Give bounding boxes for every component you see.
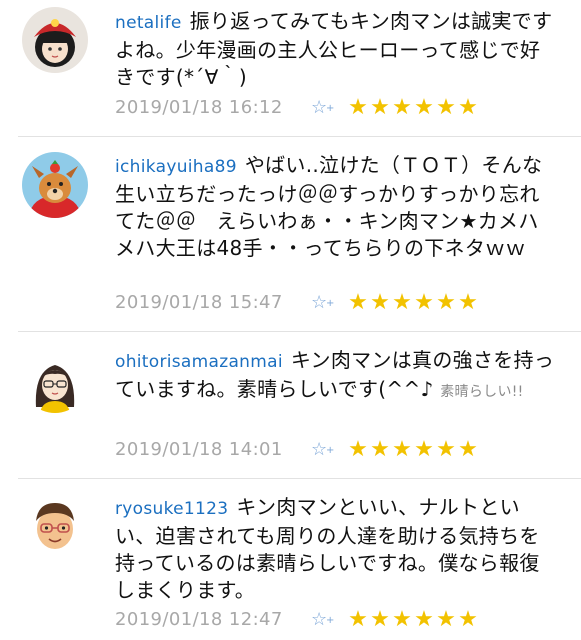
star-icon: ★ xyxy=(348,289,368,315)
rating-stars: ★ ★ ★ ★ ★ ★ xyxy=(347,95,479,120)
star-icon: ★ xyxy=(370,94,390,120)
star-icon: ★ xyxy=(436,94,456,120)
star-icon: ★ xyxy=(392,289,412,315)
divider xyxy=(18,331,581,332)
star-icon: ★ xyxy=(458,289,478,315)
star-icon: ★ xyxy=(370,289,390,315)
star-icon: ★ xyxy=(414,289,434,315)
comment-text: ryosuke1123 キン肉マンといい、ナルトといい、迫害されても周りの人達を助… xyxy=(115,494,555,604)
username-link[interactable]: netalife xyxy=(115,13,182,33)
comment-text: ohitorisamazanmai キン肉マンは真の強さを持っていますね。素晴らし… xyxy=(115,347,555,406)
comment-meta: 2019/01/18 15:47 ☆ + ★ ★ ★ ★ ★ ★ xyxy=(115,287,479,317)
comment-meta: 2019/01/18 16:12 ☆ + ★ ★ ★ ★ ★ ★ xyxy=(115,92,479,122)
divider xyxy=(18,136,581,137)
star-icon: ★ xyxy=(436,289,456,315)
star-icon: ★ xyxy=(348,606,368,632)
favorite-plus-icon[interactable]: ☆ + xyxy=(311,97,347,118)
star-icon: ★ xyxy=(414,606,434,632)
comment-date: 2019/01/18 16:12 xyxy=(115,96,283,118)
avatar[interactable] xyxy=(22,7,88,73)
favorite-plus-icon[interactable]: ☆ + xyxy=(311,292,347,313)
favorite-plus-icon[interactable]: ☆ + xyxy=(311,439,347,460)
comment-meta: 2019/01/18 12:47 ☆ + ★ ★ ★ ★ ★ ★ xyxy=(115,604,479,634)
star-icon: ★ xyxy=(458,606,478,632)
star-icon: ★ xyxy=(414,436,434,462)
star-icon: ★ xyxy=(436,606,456,632)
comment-date: 2019/01/18 15:47 xyxy=(115,291,283,313)
star-icon: ★ xyxy=(348,436,368,462)
rating-stars: ★ ★ ★ ★ ★ ★ xyxy=(347,607,479,632)
comment-text: ichikayuiha89 やばい..泣けた（ＴＯＴ）そんな生い立ちだったっけ＠＠… xyxy=(115,152,555,262)
username-link[interactable]: ohitorisamazanmai xyxy=(115,352,283,372)
star-icon: ★ xyxy=(348,94,368,120)
star-icon: ★ xyxy=(392,436,412,462)
star-icon: ★ xyxy=(458,436,478,462)
favorite-plus-icon[interactable]: ☆ + xyxy=(311,609,347,630)
star-icon: ★ xyxy=(414,94,434,120)
rating-stars: ★ ★ ★ ★ ★ ★ xyxy=(347,290,479,315)
star-icon: ★ xyxy=(458,94,478,120)
comment-date: 2019/01/18 14:01 xyxy=(115,438,283,460)
username-link[interactable]: ryosuke1123 xyxy=(115,499,228,519)
avatar[interactable] xyxy=(22,347,88,413)
comment-date: 2019/01/18 12:47 xyxy=(115,608,283,630)
avatar[interactable] xyxy=(22,152,88,218)
star-icon: ★ xyxy=(392,606,412,632)
rating-stars: ★ ★ ★ ★ ★ ★ xyxy=(347,437,479,462)
username-link[interactable]: ichikayuiha89 xyxy=(115,157,237,177)
divider xyxy=(18,478,581,479)
comment-text: netalife 振り返ってみてもキン肉マンは誠実ですよね。少年漫画の主人公ヒーロ… xyxy=(115,8,555,91)
star-icon: ★ xyxy=(436,436,456,462)
comment-truncated-tail: 素晴らしい!! xyxy=(440,384,524,400)
star-icon: ★ xyxy=(392,94,412,120)
comment-meta: 2019/01/18 14:01 ☆ + ★ ★ ★ ★ ★ ★ xyxy=(115,434,479,464)
star-icon: ★ xyxy=(370,436,390,462)
star-icon: ★ xyxy=(370,606,390,632)
avatar[interactable] xyxy=(22,493,88,559)
